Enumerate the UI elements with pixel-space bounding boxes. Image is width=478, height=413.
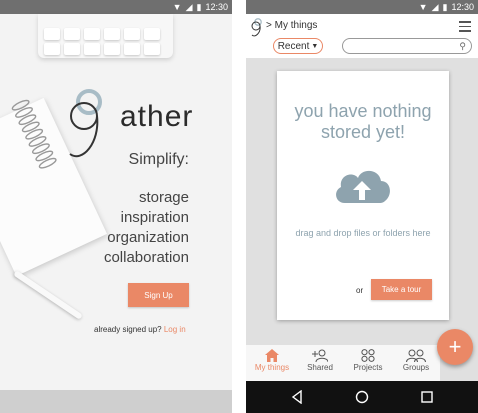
signal-icon: ◢ xyxy=(431,1,439,12)
cloud-upload-icon[interactable] xyxy=(331,165,393,205)
splash-screen: ▼ ◢ ▮ 12:30 ather Simplify: storage insp… xyxy=(0,0,232,413)
group-icon xyxy=(406,349,426,362)
nav-label: Groups xyxy=(402,363,430,372)
search-input[interactable] xyxy=(349,42,453,57)
recents-icon[interactable] xyxy=(420,390,434,404)
my-things-screen: ▼ ◢ ▮ 12:30 > My things Recent ▼ ⚲ you h… xyxy=(246,0,478,413)
drag-drop-hint: drag and drop files or folders here xyxy=(295,228,431,238)
bottom-bar xyxy=(0,390,232,413)
add-fab-button[interactable]: + xyxy=(437,329,473,365)
nav-projects[interactable]: Projects xyxy=(344,347,392,372)
empty-message: you have nothing stored yet! xyxy=(294,101,432,142)
nav-shared[interactable]: Shared xyxy=(296,347,344,372)
empty-state-card: you have nothing stored yet! drag and dr… xyxy=(277,71,449,320)
recent-filter-dropdown[interactable]: Recent ▼ xyxy=(273,38,323,54)
logo-wordmark: ather xyxy=(120,100,194,133)
search-icon[interactable]: ⚲ xyxy=(459,41,466,52)
add-person-icon xyxy=(312,349,328,362)
gather-logo-icon xyxy=(69,89,102,157)
keyboard-image xyxy=(38,14,173,58)
caret-down-icon: ▼ xyxy=(311,42,319,50)
feature-item: organization xyxy=(107,229,189,246)
home-circle-icon[interactable] xyxy=(355,390,369,404)
status-bar: ▼ ◢ ▮ 12:30 xyxy=(0,0,232,14)
nav-groups[interactable]: Groups xyxy=(392,347,440,372)
nav-my-things[interactable]: My things xyxy=(248,347,296,372)
nav-label: My things xyxy=(254,363,290,372)
wifi-icon: ▼ xyxy=(172,2,182,12)
status-time: 12:30 xyxy=(205,2,228,12)
wifi-icon: ▼ xyxy=(418,2,428,12)
signal-icon: ◢ xyxy=(185,1,193,12)
menu-icon[interactable] xyxy=(459,21,471,32)
search-box[interactable]: ⚲ xyxy=(342,38,472,57)
nav-label: Shared xyxy=(307,363,333,372)
system-navigation-bar xyxy=(246,381,478,413)
app-bar: > My things Recent ▼ ⚲ xyxy=(246,14,478,58)
sign-up-button[interactable]: Sign Up xyxy=(128,283,189,307)
battery-icon: ▮ xyxy=(196,1,202,12)
back-icon[interactable] xyxy=(290,390,304,404)
feature-item: storage xyxy=(138,189,189,206)
battery-icon: ▮ xyxy=(442,1,448,12)
take-a-tour-button[interactable]: Take a tour xyxy=(371,279,432,300)
recent-filter-label: Recent xyxy=(277,40,310,52)
breadcrumb[interactable]: > My things xyxy=(266,20,317,31)
home-icon xyxy=(265,349,279,362)
tagline: Simplify: xyxy=(128,151,189,168)
feature-item: collaboration xyxy=(103,249,189,266)
bottom-navigation: My things Shared Projects Groups xyxy=(246,345,440,381)
grid-circles-icon xyxy=(361,349,375,362)
pen-image xyxy=(13,270,83,320)
log-in-link[interactable]: Log in xyxy=(164,325,186,334)
status-bar: ▼ ◢ ▮ 12:30 xyxy=(246,0,478,14)
gather-logo-icon[interactable] xyxy=(250,18,264,38)
status-time: 12:30 xyxy=(451,2,474,12)
already-signed-text: already signed up? xyxy=(94,325,162,334)
feature-item: inspiration xyxy=(120,209,189,226)
nav-label: Projects xyxy=(353,363,383,372)
login-prompt: already signed up? Log in xyxy=(94,325,186,334)
or-text: or xyxy=(356,286,364,295)
